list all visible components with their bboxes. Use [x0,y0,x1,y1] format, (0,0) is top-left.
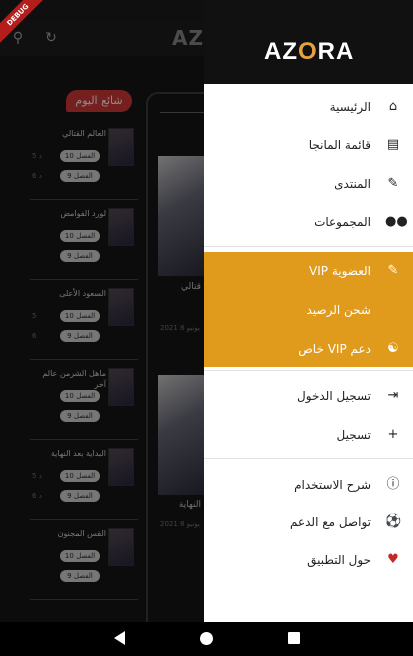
refresh-icon[interactable]: ↻ [42,29,60,47]
drawer-item-label: تسجيل [336,428,372,442]
chapter-badge[interactable]: الفصل 10 [60,390,100,402]
drawer-item-label: دعم VIP خاص [298,342,371,356]
manga-date: 2021 8 يونيو [160,520,200,528]
drawer-item-groups[interactable]: المجموعات ●● [204,203,413,241]
groups-icon: ●● [385,214,408,229]
back-icon[interactable] [114,631,125,645]
list-item[interactable]: لورد الفوامض الفصل 10 الفصل 9 [30,200,138,280]
info-icon: ⓘ [386,477,400,492]
drawer-item-vip-membership[interactable]: العضوية VIP ✎ [204,252,413,291]
manga-title: السعود الأعلى [59,289,106,298]
brand-accent-letter: O [298,38,318,65]
manga-title: القس المجنون [57,529,106,538]
chapter-badge[interactable]: الفصل 9 [60,170,100,182]
manga-title: العالم القتالي [62,129,106,138]
chapter-badge[interactable]: الفصل 10 [60,230,100,242]
chapter-time: 5 [32,312,37,320]
drawer-item-label: المنتدى [334,177,371,191]
support-icon: ☯ [387,341,399,356]
chapter-badge[interactable]: الفصل 9 [60,410,100,422]
chapter-time: 6 [32,332,37,340]
manga-title: لورد الفوامض [60,209,106,218]
manga-title: البداية بعد النهاية [50,449,106,458]
drawer-item-label: تسجيل الدخول [297,389,371,403]
chapter-badge[interactable]: الفصل 10 [60,150,100,162]
drawer-item-label: الرئيسية [329,100,371,114]
manga-date: 2021 8 يونيو [160,324,200,332]
list-item[interactable]: البداية بعد النهاية الفصل 10 الفصل 9 5 د… [30,440,138,520]
library-icon: ▤ [386,137,400,152]
drawer-item-label: شرح الاستخدام [294,478,371,492]
home-button-icon[interactable] [200,632,213,645]
chapter-time: 5 د [32,472,42,480]
list-item[interactable]: العالم القتالي الفصل 10 الفصل 9 5 د 6 د [30,120,138,200]
person-add-icon: + [387,427,399,442]
drawer-item-home[interactable]: الرئيسية ⌂ [204,88,413,126]
drawer-header: AZORA [204,0,413,84]
manga-thumbnail [108,128,134,166]
chapter-badge[interactable]: الفصل 9 [60,570,100,582]
manga-cover[interactable] [158,156,208,276]
trending-list: العالم القتالي الفصل 10 الفصل 9 5 د 6 د … [30,120,138,600]
search-icon[interactable]: ⚲ [9,29,27,47]
manga-thumbnail [108,208,134,246]
drawer-item-recharge[interactable]: شحن الرصيد [204,291,413,330]
drawer-divider [204,246,413,247]
brand-logo: AZORA [264,38,355,65]
drawer-item-label: حول التطبيق [307,553,371,567]
drawer-item-vip-support[interactable]: دعم VIP خاص ☯ [204,330,413,367]
drawer-item-about[interactable]: حول التطبيق ♥ [204,541,413,579]
drawer-item-register[interactable]: تسجيل + [204,416,413,454]
manga-title: النهاية [178,500,201,510]
chapter-badge[interactable]: الفصل 9 [60,490,100,502]
manga-cover[interactable] [158,375,208,495]
manga-thumbnail [108,368,134,406]
system-navigation-bar [0,622,413,656]
manga-thumbnail [108,448,134,486]
list-item[interactable]: القس المجنون الفصل 10 الفصل 9 [30,520,138,600]
chapter-badge[interactable]: الفصل 9 [60,330,100,342]
forum-icon: ✎ [387,176,399,191]
drawer-item-label: قائمة المانجا [308,138,371,152]
drawer-item-manga-list[interactable]: قائمة المانجا ▤ [204,126,413,164]
chapter-time: 6 د [32,492,42,500]
login-icon: ⇥ [387,388,399,403]
heart-icon: ♥ [387,552,399,567]
drawer-divider [204,458,413,459]
trending-today-label: شائع اليوم [66,90,132,112]
edit-icon: ✎ [387,263,399,278]
navigation-drawer: AZORA الرئيسية ⌂ قائمة المانجا ▤ المنتدى… [204,0,413,622]
chapter-badge[interactable]: الفصل 9 [60,250,100,262]
drawer-item-login[interactable]: تسجيل الدخول ⇥ [204,377,413,415]
chapter-badge[interactable]: الفصل 10 [60,310,100,322]
manga-thumbnail [108,288,134,326]
drawer-divider [204,370,413,371]
drawer-item-label: العضوية VIP [309,264,371,278]
drawer-item-label: المجموعات [314,215,371,229]
support-ball-icon: ⚽ [385,514,402,529]
list-item[interactable]: ماهل الشرمن عالم آخر الفصل 10 الفصل 9 [30,360,138,440]
recents-icon[interactable] [288,632,300,644]
manga-title: ماهل الشرمن عالم آخر [42,369,106,389]
manga-thumbnail [108,528,134,566]
list-item[interactable]: السعود الأعلى الفصل 10 الفصل 9 5 6 [30,280,138,360]
drawer-item-label: شحن الرصيد [306,303,371,317]
chapter-time: 6 د [32,172,42,180]
drawer-item-contact-support[interactable]: تواصل مع الدعم ⚽ [204,503,413,541]
home-icon: ⌂ [388,99,398,114]
chapter-badge[interactable]: الفصل 10 [60,550,100,562]
drawer-item-label: تواصل مع الدعم [289,515,371,529]
manga-title: قتالي [180,282,201,292]
chapter-badge[interactable]: الفصل 10 [60,470,100,482]
drawer-item-forum[interactable]: المنتدى ✎ [204,165,413,203]
chapter-time: 5 د [32,152,42,160]
drawer-item-usage-guide[interactable]: شرح الاستخدام ⓘ [204,466,413,504]
